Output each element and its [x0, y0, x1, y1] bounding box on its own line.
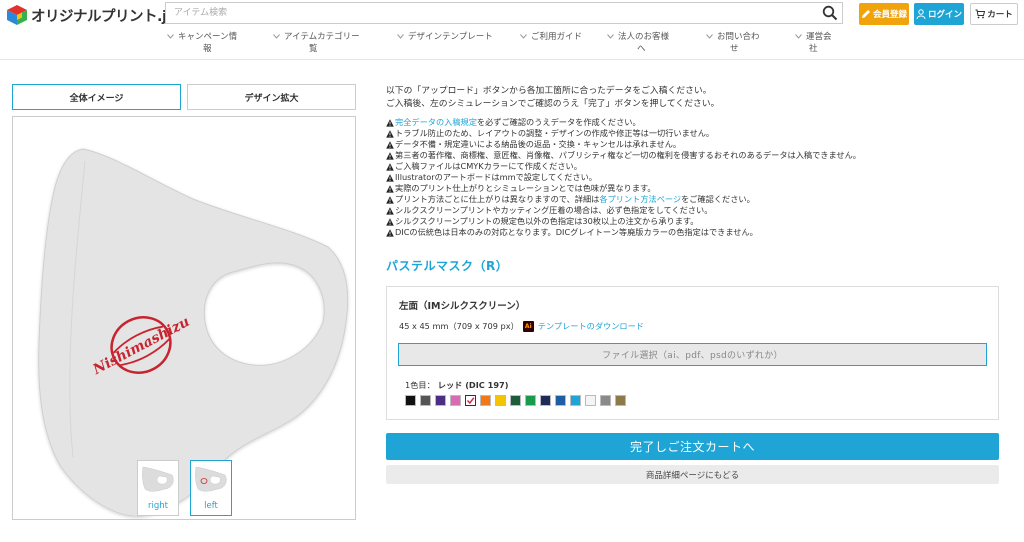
logo-cube-icon — [7, 5, 27, 25]
back-to-product-button[interactable]: 商品詳細ページにもどる — [386, 465, 999, 484]
caution-note: プリント方法ごとに仕上がりは異なりますので、詳細は 各プリント方法ページ をご確認く… — [386, 194, 861, 205]
caution-note: データ不備・規定違いによる納品後の返品・交換・キャンセルは承れません。 — [386, 139, 861, 150]
color-swatch[interactable] — [540, 395, 551, 406]
print-side-title: 左面（IMシルクスクリーン） — [399, 301, 526, 312]
search-box — [165, 2, 843, 24]
print-area-panel: 左面（IMシルクスクリーン） 45 x 45 mm（709 x 709 px） … — [386, 286, 999, 420]
caution-note: シルクスクリーンプリントの規定色以外の色指定は30枚以上の注文から承ります。 — [386, 216, 861, 227]
color-swatch[interactable] — [465, 395, 476, 406]
caution-notes: 完全データの入稿規定 を必ずご確認のうえデータを作成ください。 トラブル防止のため、… — [386, 117, 861, 238]
tab-overall-image[interactable]: 全体イメージ — [12, 84, 181, 110]
file-select-button[interactable]: ファイル選択（ai、pdf、psdのいずれか） — [398, 343, 987, 366]
color-swatch[interactable] — [480, 395, 491, 406]
thumb-label: right — [148, 501, 168, 511]
color-swatch[interactable] — [450, 395, 461, 406]
color-swatch[interactable] — [585, 395, 596, 406]
search-input[interactable] — [166, 3, 816, 23]
illustrator-icon: Ai — [522, 320, 534, 332]
cart-icon — [975, 9, 986, 19]
warning-icon — [386, 118, 394, 127]
nav-item-guide[interactable]: ご利用ガイド — [520, 31, 582, 43]
color-swatch[interactable] — [405, 395, 416, 406]
warning-icon — [386, 140, 394, 149]
color-swatch[interactable] — [570, 395, 581, 406]
preview-tabs: 全体イメージ デザイン拡大 — [12, 84, 356, 110]
chevron-down-icon — [520, 34, 527, 39]
login-label: ログイン — [927, 10, 962, 20]
caution-note: シルクスクリーンプリントやカッティング圧着の場合は、必ず色指定をしてください。 — [386, 205, 861, 216]
nav-item-category[interactable]: アイテムカテゴリー 覧 — [273, 31, 360, 55]
tab-design-zoom[interactable]: デザイン拡大 — [187, 84, 356, 110]
color-label: 1色目： レッド (DIC 197) — [405, 380, 509, 390]
chevron-down-icon — [397, 34, 404, 39]
color-swatch[interactable] — [435, 395, 446, 406]
chevron-down-icon — [795, 34, 802, 39]
template-download-link[interactable]: テンプレートのダウンロード — [538, 320, 644, 332]
color-swatch[interactable] — [615, 395, 626, 406]
warning-icon — [386, 184, 394, 193]
register-label: 会員登録 — [872, 10, 907, 20]
warning-icon — [386, 217, 394, 226]
thumb-right[interactable]: right — [137, 460, 179, 516]
global-nav: キャンペーン情 報 アイテムカテゴリー 覧 デザインテンプレート ご利用ガイド … — [0, 31, 1024, 59]
site-header: オリジナルプリント.jp 会員登録 ログイン カート キャンペーン情 報 アイテ… — [0, 0, 1024, 60]
product-title: パステルマスク（R） — [386, 259, 509, 273]
chevron-down-icon — [273, 34, 280, 39]
caution-note: ご入稿ファイルはCMYKカラーにて作成ください。 — [386, 161, 861, 172]
chevron-down-icon — [607, 34, 614, 39]
mask-thumbnail-icon — [195, 466, 227, 492]
caution-note: 第三者の著作権、商標権、意匠権、肖像権、パブリシティ権など一切の権利を侵害するお… — [386, 150, 861, 161]
register-button[interactable]: 会員登録 — [859, 3, 909, 25]
nav-item-design-template[interactable]: デザインテンプレート — [397, 31, 493, 43]
cart-button[interactable]: カート — [970, 3, 1018, 25]
user-icon — [916, 9, 926, 19]
site-logo[interactable]: オリジナルプリント.jp — [6, 4, 177, 26]
caution-note: トラブル防止のため、レイアウトの調整・デザインの作成や修正等は一切行いません。 — [386, 128, 861, 139]
login-button[interactable]: ログイン — [914, 3, 964, 25]
caution-note: Illustratorのアートボードはmmで設定してください。 — [386, 172, 861, 183]
nav-item-corporate[interactable]: 法人のお客様 へ — [607, 31, 669, 55]
warning-icon — [386, 151, 394, 160]
warning-icon — [386, 228, 394, 237]
warning-icon — [386, 206, 394, 215]
print-dimensions: 45 x 45 mm（709 x 709 px） Ai テンプレートのダウンロー… — [399, 320, 644, 332]
mask-preview: Nishimashizu — [12, 116, 356, 520]
color-swatch[interactable] — [510, 395, 521, 406]
cart-label: カート — [987, 10, 1013, 20]
thumb-label: left — [204, 501, 218, 511]
mask-thumbnail-icon — [142, 466, 174, 492]
chevron-down-icon — [706, 34, 713, 39]
upload-instructions: 以下の「アップロード」ボタンから各加工箇所に合ったデータをご入稿ください。 ご入… — [386, 86, 720, 109]
search-icon[interactable] — [822, 5, 838, 21]
mask-image: Nishimashizu — [38, 148, 349, 517]
nav-item-contact[interactable]: お問い合わ せ — [706, 31, 760, 55]
color-swatches — [405, 395, 626, 407]
chevron-down-icon — [167, 34, 174, 39]
complete-order-button[interactable]: 完了しご注文カートへ — [386, 433, 999, 460]
note-link[interactable]: 各プリント方法ページ — [599, 194, 681, 205]
warning-icon — [386, 195, 394, 204]
selected-color-name: レッド (DIC 197) — [437, 380, 509, 390]
caution-note: DICの伝統色は日本のみの対応となります。DICグレイトーン等廃版カラーの色指定… — [386, 227, 861, 238]
caution-note: 完全データの入稿規定 を必ずご確認のうえデータを作成ください。 — [386, 117, 861, 128]
warning-icon — [386, 173, 394, 182]
color-swatch[interactable] — [525, 395, 536, 406]
logo-text: オリジナルプリント.jp — [31, 8, 177, 25]
color-swatch[interactable] — [600, 395, 611, 406]
caution-note: 実際のプリント仕上がりとシミュレーションとでは色味が異なります。 — [386, 183, 861, 194]
warning-icon — [386, 162, 394, 171]
color-swatch[interactable] — [555, 395, 566, 406]
thumb-left[interactable]: left — [190, 460, 232, 516]
color-swatch[interactable] — [495, 395, 506, 406]
nav-item-company[interactable]: 運営会 社 — [795, 31, 832, 55]
pencil-icon — [861, 10, 870, 18]
nav-item-campaign[interactable]: キャンペーン情 報 — [167, 31, 237, 55]
note-link[interactable]: 完全データの入稿規定 — [395, 117, 477, 128]
check-icon — [466, 397, 475, 405]
color-swatch[interactable] — [420, 395, 431, 406]
warning-icon — [386, 129, 394, 138]
